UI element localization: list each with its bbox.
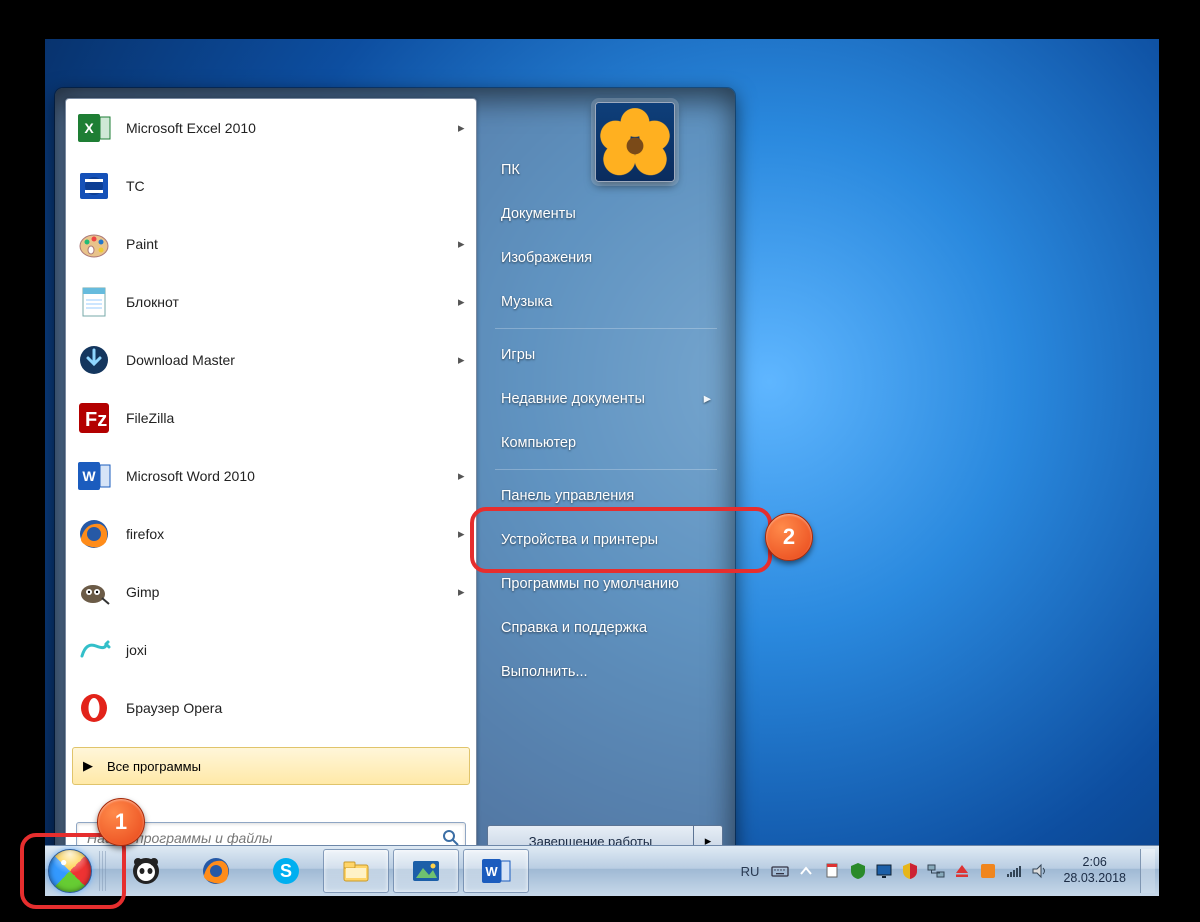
start-menu-right-panel: ПК Документы Изображения Музыка Игры Нед… bbox=[487, 148, 725, 694]
system-tray: RU 2:06 28.03.2018 bbox=[733, 846, 1159, 896]
taskbar-app-firefox[interactable] bbox=[183, 849, 249, 893]
program-label: Download Master bbox=[126, 352, 458, 368]
desktop-wallpaper[interactable]: X Microsoft Excel 2010 ▸ TC bbox=[45, 39, 1159, 896]
volume-icon[interactable] bbox=[1030, 861, 1050, 881]
submenu-arrow-icon: ▸ bbox=[458, 468, 468, 484]
program-label: TC bbox=[126, 178, 468, 194]
program-label: Браузер Opera bbox=[126, 700, 468, 716]
all-programs-button[interactable]: ▶ Все программы bbox=[72, 747, 470, 785]
start-menu: X Microsoft Excel 2010 ▸ TC bbox=[55, 88, 735, 875]
right-item-recent[interactable]: Недавние документы▸ bbox=[487, 377, 725, 421]
word-icon: W bbox=[74, 456, 114, 496]
program-label: Gimp bbox=[126, 584, 458, 600]
taskbar-app-skype[interactable]: S bbox=[253, 849, 319, 893]
right-item-run[interactable]: Выполнить... bbox=[487, 650, 725, 694]
svg-text:X: X bbox=[84, 120, 94, 136]
program-item-notepad[interactable]: Блокнот ▸ bbox=[66, 273, 476, 331]
taskbar-app-panda[interactable] bbox=[113, 849, 179, 893]
opera-icon bbox=[74, 688, 114, 728]
shield-green-icon[interactable] bbox=[848, 861, 868, 881]
right-item-music[interactable]: Музыка bbox=[487, 280, 725, 324]
right-item-games[interactable]: Игры bbox=[487, 333, 725, 377]
program-item-paint[interactable]: Paint ▸ bbox=[66, 215, 476, 273]
submenu-arrow-icon: ▸ bbox=[458, 584, 468, 600]
right-item-documents[interactable]: Документы bbox=[487, 192, 725, 236]
action-center-icon[interactable] bbox=[822, 861, 842, 881]
program-item-gimp[interactable]: Gimp ▸ bbox=[66, 563, 476, 621]
submenu-arrow-icon: ▸ bbox=[458, 236, 468, 252]
submenu-arrow-icon: ▸ bbox=[458, 294, 468, 310]
program-label: firefox bbox=[126, 526, 458, 542]
right-item-help[interactable]: Справка и поддержка bbox=[487, 606, 725, 650]
program-label: Microsoft Excel 2010 bbox=[126, 120, 458, 136]
firefox-icon bbox=[74, 514, 114, 554]
all-programs-label: Все программы bbox=[107, 759, 201, 774]
start-button[interactable] bbox=[45, 846, 95, 896]
program-label: Блокнот bbox=[126, 294, 458, 310]
right-item-pictures[interactable]: Изображения bbox=[487, 236, 725, 280]
taskbar-app-gallery[interactable] bbox=[393, 849, 459, 893]
submenu-arrow-icon: ▸ bbox=[458, 526, 468, 542]
right-item-devices[interactable]: Устройства и принтеры bbox=[487, 518, 725, 562]
tc-icon bbox=[74, 166, 114, 206]
program-item-tc[interactable]: TC bbox=[66, 157, 476, 215]
recent-programs-list: X Microsoft Excel 2010 ▸ TC bbox=[66, 99, 476, 739]
program-label: Microsoft Word 2010 bbox=[126, 468, 458, 484]
program-item-joxi[interactable]: joxi bbox=[66, 621, 476, 679]
shield-yellow-icon[interactable] bbox=[900, 861, 920, 881]
separator bbox=[495, 328, 717, 329]
submenu-arrow-icon: ▸ bbox=[458, 120, 468, 136]
paint-icon bbox=[74, 224, 114, 264]
windows-orb-icon bbox=[48, 849, 92, 893]
right-item-user[interactable]: ПК bbox=[487, 148, 725, 192]
annotation-badge-2: 2 bbox=[765, 513, 813, 561]
keyboard-icon[interactable] bbox=[770, 861, 790, 881]
svg-text:S: S bbox=[280, 861, 292, 881]
start-menu-left-panel: X Microsoft Excel 2010 ▸ TC bbox=[65, 98, 477, 867]
gimp-icon bbox=[74, 572, 114, 612]
taskbar[interactable]: S W RU bbox=[45, 845, 1159, 896]
program-item-excel[interactable]: X Microsoft Excel 2010 ▸ bbox=[66, 99, 476, 157]
show-desktop-button[interactable] bbox=[1140, 849, 1155, 893]
eject-icon[interactable] bbox=[952, 861, 972, 881]
program-item-word[interactable]: W Microsoft Word 2010 ▸ bbox=[66, 447, 476, 505]
program-item-opera[interactable]: Браузер Opera bbox=[66, 679, 476, 737]
joxi-icon bbox=[74, 630, 114, 670]
svg-text:W: W bbox=[485, 864, 498, 879]
submenu-arrow-icon: ▸ bbox=[458, 352, 468, 368]
right-item-default-programs[interactable]: Программы по умолчанию bbox=[487, 562, 725, 606]
separator bbox=[495, 469, 717, 470]
clock-date: 28.03.2018 bbox=[1063, 871, 1126, 887]
program-item-filezilla[interactable]: Fz FileZilla bbox=[66, 389, 476, 447]
right-item-control-panel[interactable]: Панель управления bbox=[487, 474, 725, 518]
program-label: FileZilla bbox=[126, 410, 468, 426]
language-indicator[interactable]: RU bbox=[733, 864, 768, 879]
taskbar-app-explorer[interactable] bbox=[323, 849, 389, 893]
monitor-icon[interactable] bbox=[874, 861, 894, 881]
taskbar-grip[interactable] bbox=[99, 851, 107, 891]
notepad-icon bbox=[74, 282, 114, 322]
filezilla-icon: Fz bbox=[74, 398, 114, 438]
wifi-icon[interactable] bbox=[1004, 861, 1024, 881]
network-icon[interactable] bbox=[926, 861, 946, 881]
triangle-right-icon: ▶ bbox=[83, 758, 93, 774]
program-label: Paint bbox=[126, 236, 458, 252]
program-item-downloadmaster[interactable]: Download Master ▸ bbox=[66, 331, 476, 389]
submenu-arrow-icon: ▸ bbox=[704, 391, 711, 407]
downloadmaster-icon bbox=[74, 340, 114, 380]
excel-icon: X bbox=[74, 108, 114, 148]
taskbar-clock[interactable]: 2:06 28.03.2018 bbox=[1053, 855, 1136, 886]
clock-time: 2:06 bbox=[1063, 855, 1126, 871]
taskbar-app-word[interactable]: W bbox=[463, 849, 529, 893]
right-item-computer[interactable]: Компьютер bbox=[487, 421, 725, 465]
chevron-up-icon[interactable] bbox=[796, 861, 816, 881]
orange-square-icon[interactable] bbox=[978, 861, 998, 881]
svg-text:W: W bbox=[82, 468, 96, 484]
svg-text:Fz: Fz bbox=[85, 409, 107, 431]
program-item-firefox[interactable]: firefox ▸ bbox=[66, 505, 476, 563]
program-label: joxi bbox=[126, 642, 468, 658]
